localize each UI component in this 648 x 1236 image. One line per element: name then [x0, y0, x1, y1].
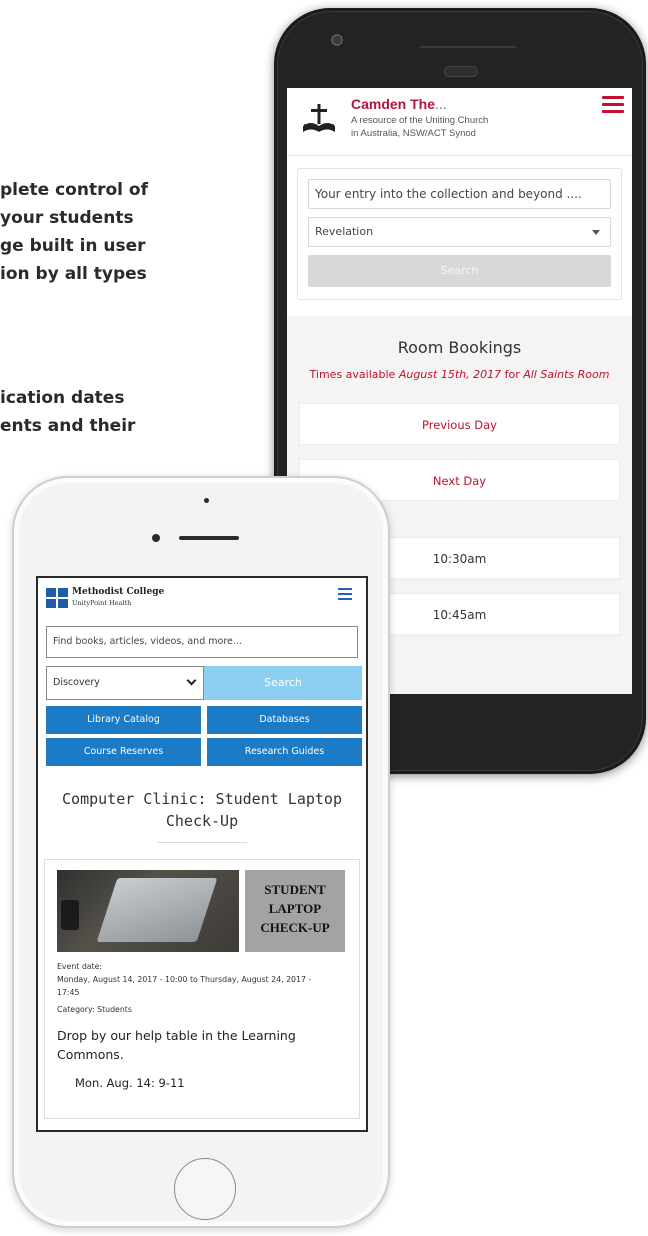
site-header: Methodist College UnityPoint Health	[38, 578, 366, 618]
event-card: STUDENT LAPTOP CHECK-UP Event date: Mond…	[44, 859, 360, 1119]
proximity-sensor	[204, 498, 209, 503]
event-images: STUDENT LAPTOP CHECK-UP	[57, 870, 347, 952]
title-divider	[157, 842, 247, 843]
student-laptop-sign-image: STUDENT LAPTOP CHECK-UP	[245, 870, 345, 952]
search-form: Your entry into the collection and beyon…	[297, 168, 622, 300]
availability-room: All Saints Room	[523, 368, 610, 381]
earpiece-speaker	[444, 66, 478, 77]
event-date: Event date: Monday, August 14, 2017 - 10…	[57, 960, 347, 999]
event-title-line: Check-Up	[165, 812, 239, 830]
hamburger-menu-icon[interactable]	[338, 588, 352, 600]
chevron-down-icon	[186, 675, 197, 686]
event-date-range-end: 17:45	[57, 988, 80, 997]
coffee-cup-shape	[61, 900, 79, 930]
subtitle-line: A resource of the Uniting Church	[351, 115, 489, 126]
front-camera-icon	[152, 534, 160, 542]
search-scope-select[interactable]: Discovery	[46, 666, 204, 700]
home-button[interactable]	[174, 1158, 236, 1220]
methodist-library-screen: Methodist College UnityPoint Health Find…	[36, 576, 368, 1132]
site-header: Camden The... A resource of the Uniting …	[287, 88, 632, 156]
event-title-line: Computer Clinic: Student Laptop	[62, 790, 342, 808]
databases-button[interactable]: Databases	[207, 706, 362, 734]
marketing-text-block: ication dates ents and their	[0, 384, 135, 440]
event-schedule-line: Mon. Aug. 14: 9-11	[75, 1076, 185, 1090]
front-camera-icon	[331, 34, 343, 46]
marketing-line: ents and their	[0, 416, 136, 436]
search-row: Discovery Search	[46, 666, 362, 700]
library-catalog-button[interactable]: Library Catalog	[46, 706, 201, 734]
event-title: Computer Clinic: Student Laptop Check-Up	[38, 788, 366, 832]
previous-day-button[interactable]: Previous Day	[299, 403, 620, 445]
quick-links-grid: Library Catalog Databases Course Reserve…	[46, 706, 362, 766]
brand-subname: UnityPoint Health	[72, 599, 132, 607]
marketing-line: ge built in user	[0, 236, 146, 256]
research-guides-button[interactable]: Research Guides	[207, 738, 362, 766]
event-date-range: Monday, August 14, 2017 - 10:00 to Thurs…	[57, 975, 312, 984]
marketing-text-block: plete control of your students ge built …	[0, 176, 148, 288]
select-value: Discovery	[53, 677, 100, 688]
marketing-line: ion by all types	[0, 264, 147, 284]
white-phone-mockup: Methodist College UnityPoint Health Find…	[12, 476, 390, 1228]
collection-select[interactable]: Revelation	[308, 217, 611, 247]
course-reserves-button[interactable]: Course Reserves	[46, 738, 201, 766]
laptop-shape	[96, 878, 218, 942]
search-input[interactable]: Your entry into the collection and beyon…	[308, 179, 611, 209]
site-title[interactable]: Camden The...	[351, 96, 447, 112]
search-input[interactable]: Find books, articles, videos, and more..…	[46, 626, 358, 658]
subtitle-line: in Australia, NSW/ACT Synod	[351, 128, 476, 139]
room-bookings-title: Room Bookings	[397, 338, 522, 357]
marketing-line: plete control of	[0, 180, 148, 200]
methodist-college-logo-icon[interactable]	[46, 588, 68, 608]
bible-cross-icon	[303, 104, 335, 132]
hamburger-menu-icon[interactable]	[602, 96, 624, 114]
availability-date: August 15th, 2017	[398, 368, 502, 381]
select-value: Revelation	[315, 225, 374, 238]
site-subtitle: A resource of the Uniting Church in Aust…	[351, 114, 551, 140]
phone-top-edge	[420, 46, 516, 48]
search-button[interactable]: Search	[308, 255, 611, 287]
brand-name: Methodist College	[72, 587, 165, 597]
availability-text: Times available August 15th, 2017 for Al…	[309, 368, 610, 381]
event-category: Category: Students	[57, 1005, 132, 1014]
event-date-label: Event date:	[57, 962, 103, 971]
search-button[interactable]: Search	[204, 666, 362, 700]
marketing-line: your students	[0, 208, 134, 228]
caret-down-icon	[592, 230, 600, 235]
marketing-line: ication dates	[0, 388, 125, 408]
site-title-ellipsis: ...	[435, 96, 447, 112]
event-description: Drop by our help table in the Learning C…	[57, 1028, 296, 1062]
laptop-photo	[57, 870, 239, 952]
earpiece-speaker	[179, 536, 239, 540]
